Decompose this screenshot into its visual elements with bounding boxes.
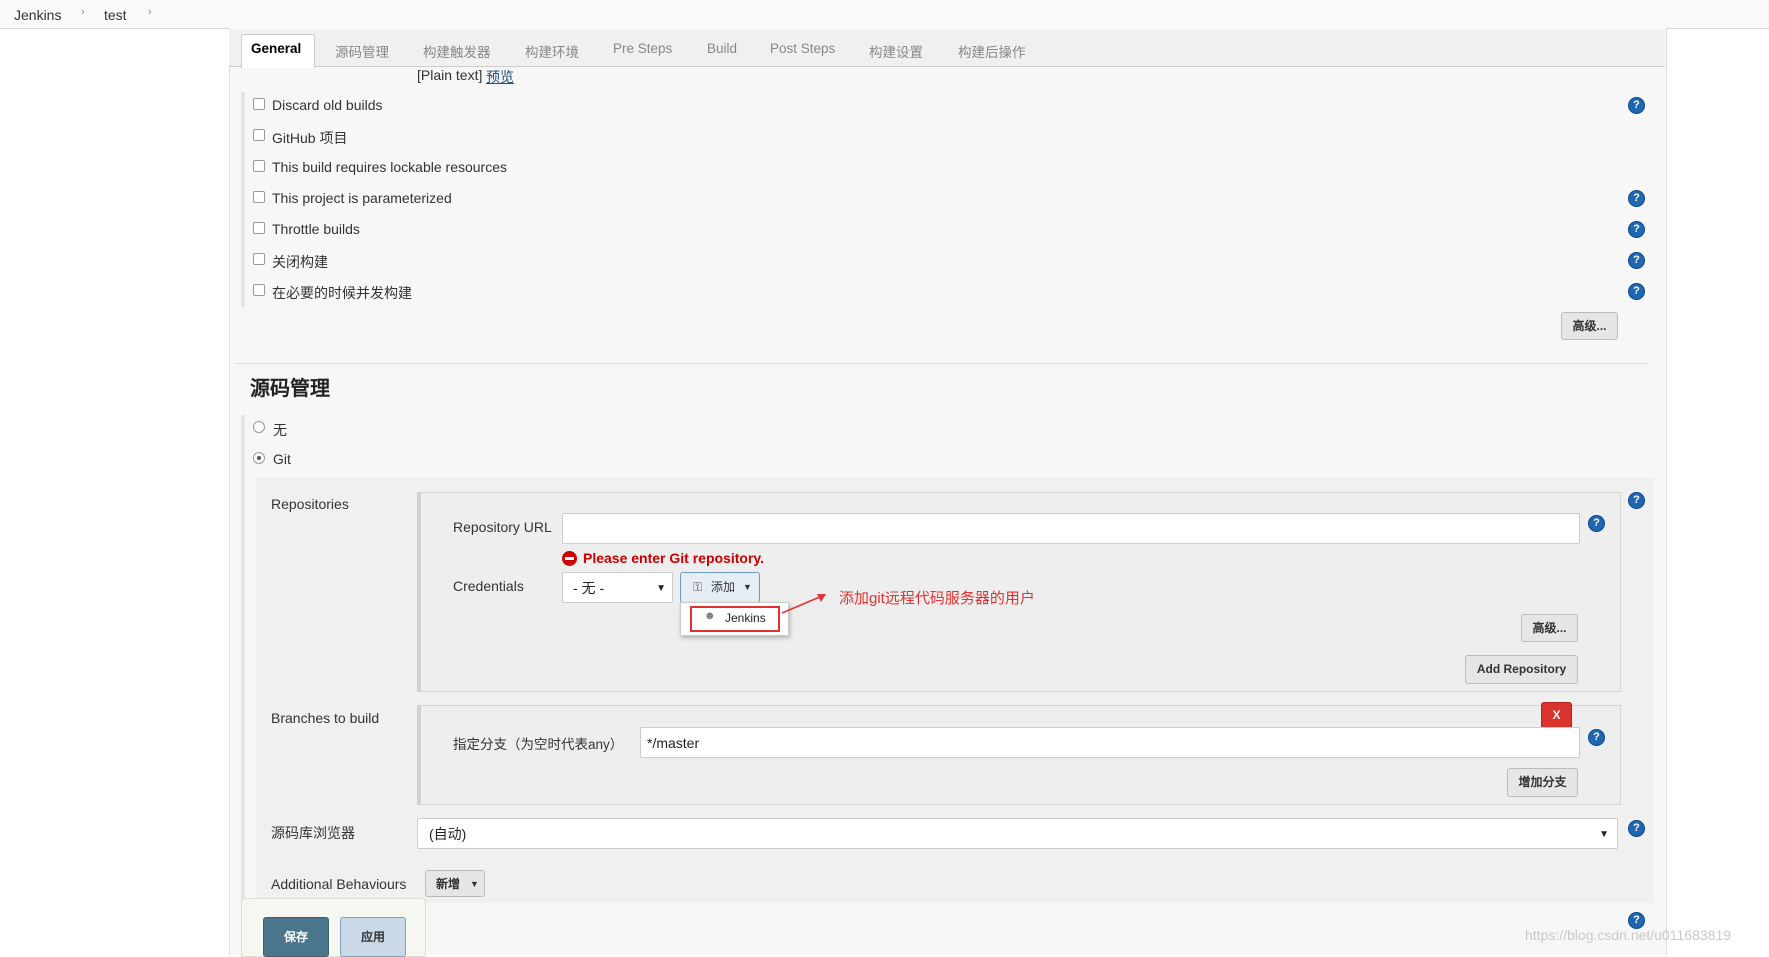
github-project-checkbox[interactable]	[253, 129, 265, 141]
help-icon[interactable]: ?	[1628, 492, 1645, 509]
repo-browser-label: 源码库浏览器	[271, 825, 355, 841]
help-icon[interactable]: ?	[1588, 515, 1605, 532]
github-project-label: GitHub 项目	[272, 130, 348, 146]
breadcrumb: Jenkins › test ›	[0, 0, 1769, 29]
tab-scm[interactable]: 源码管理	[335, 41, 389, 61]
dropdown-arrow-icon: ▼	[1599, 829, 1609, 840]
jenkins-provider-item[interactable]: ☻ Jenkins	[690, 606, 780, 632]
jenkins-provider-label: Jenkins	[725, 611, 766, 625]
annotation-text: 添加git远程代码服务器的用户	[839, 590, 1035, 607]
concurrent-build-label: 在必要的时候并发构建	[272, 285, 412, 301]
lockable-resources-label: This build requires lockable resources	[272, 159, 507, 175]
additional-behaviours-label: Additional Behaviours	[271, 876, 407, 892]
discard-old-builds-label: Discard old builds	[272, 97, 383, 113]
repository-url-label: Repository URL	[453, 519, 552, 535]
key-icon: ⚿	[693, 580, 703, 594]
apply-button[interactable]: 应用	[340, 917, 406, 957]
scm-left-rule	[241, 415, 245, 955]
repositories-label: Repositories	[271, 496, 349, 512]
help-icon[interactable]: ?	[1628, 820, 1645, 837]
repository-url-input[interactable]	[562, 513, 1580, 544]
branch-specifier-input[interactable]	[640, 727, 1580, 758]
concurrent-build-checkbox[interactable]	[253, 284, 265, 296]
preview-link[interactable]: 预览	[486, 67, 514, 87]
branch-specifier-label: 指定分支（为空时代表any）	[453, 737, 624, 752]
help-icon[interactable]: ?	[1628, 97, 1645, 114]
add-credentials-label: 添加	[711, 580, 736, 594]
new-behaviour-button[interactable]: 新增 ▼	[425, 870, 485, 897]
disable-build-checkbox[interactable]	[253, 253, 265, 265]
tab-post-build[interactable]: 构建后操作	[958, 41, 1026, 61]
jenkins-icon: ☻	[704, 610, 716, 622]
repo-advanced-button[interactable]: 高级...	[1521, 614, 1578, 642]
new-behaviour-label: 新增	[436, 877, 461, 891]
general-advanced-button[interactable]: 高级...	[1561, 312, 1618, 340]
credentials-select-value: - 无 -	[573, 580, 605, 596]
delete-branch-button[interactable]: X	[1541, 702, 1572, 729]
help-icon[interactable]: ?	[1628, 221, 1645, 238]
save-button[interactable]: 保存	[263, 917, 329, 957]
throttle-builds-label: Throttle builds	[272, 221, 360, 237]
scm-none-label: 无	[273, 422, 287, 438]
error-icon	[562, 551, 577, 566]
tab-environment[interactable]: 构建环境	[525, 41, 579, 61]
parameterized-checkbox[interactable]	[253, 191, 265, 203]
help-icon[interactable]: ?	[1628, 190, 1645, 207]
dropdown-arrow-icon: ▼	[656, 583, 666, 594]
tab-general[interactable]: General	[251, 41, 301, 56]
branches-label: Branches to build	[271, 710, 380, 726]
tab-triggers[interactable]: 构建触发器	[423, 41, 491, 61]
scm-none-radio[interactable]	[253, 421, 265, 433]
parameterized-label: This project is parameterized	[272, 190, 452, 206]
help-icon[interactable]: ?	[1628, 252, 1645, 269]
caret-down-icon: ▼	[470, 879, 479, 889]
lockable-resources-checkbox[interactable]	[253, 160, 265, 172]
credentials-label: Credentials	[453, 578, 524, 594]
throttle-builds-checkbox[interactable]	[253, 222, 265, 234]
options-left-rule	[241, 92, 245, 307]
tab-build[interactable]: Build	[707, 41, 737, 56]
caret-down-icon: ▼	[743, 582, 752, 592]
chevron-right-icon: ›	[148, 6, 152, 18]
chevron-right-icon: ›	[81, 6, 85, 18]
add-branch-button[interactable]: 增加分支	[1507, 768, 1578, 797]
repository-error-text: Please enter Git repository.	[583, 550, 765, 566]
watermark: https://blog.csdn.net/u011683819	[1525, 927, 1732, 943]
breadcrumb-test[interactable]: test	[104, 7, 127, 23]
help-icon[interactable]: ?	[1628, 283, 1645, 300]
credentials-select[interactable]: - 无 - ▼	[562, 572, 673, 603]
repo-browser-value: (自动)	[429, 826, 467, 842]
add-credentials-button[interactable]: ⚿ 添加 ▼	[680, 572, 760, 603]
tab-build-settings[interactable]: 构建设置	[869, 41, 923, 61]
tab-post-steps[interactable]: Post Steps	[770, 41, 835, 56]
section-divider	[236, 363, 1649, 364]
scm-section-title: 源码管理	[250, 378, 330, 400]
repo-browser-select[interactable]: (自动) ▼	[417, 818, 1618, 849]
help-icon[interactable]: ?	[1588, 729, 1605, 746]
add-repository-button[interactable]: Add Repository	[1465, 655, 1578, 684]
discard-old-builds-checkbox[interactable]	[253, 98, 265, 110]
scm-git-radio[interactable]	[253, 452, 265, 464]
plain-text-label: [Plain text]	[417, 67, 483, 83]
annotation-arrow-icon	[781, 594, 826, 614]
scm-git-label: Git	[273, 451, 291, 467]
tab-pre-steps[interactable]: Pre Steps	[613, 41, 672, 56]
disable-build-label: 关闭构建	[272, 254, 328, 270]
breadcrumb-jenkins[interactable]: Jenkins	[14, 7, 61, 23]
